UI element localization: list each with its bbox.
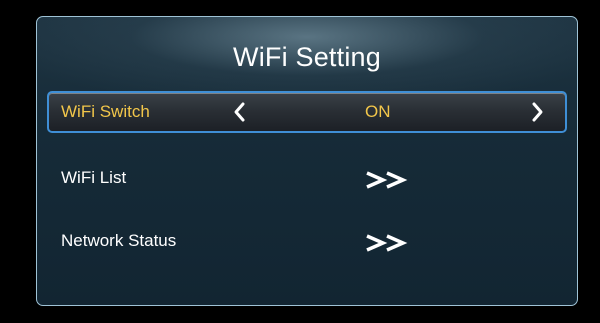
chevron-left-icon[interactable] — [229, 99, 251, 125]
page-title: WiFi Setting — [233, 42, 381, 72]
wifi-switch-value: ON — [365, 102, 391, 121]
wifi-switch-label: WiFi Switch — [61, 102, 150, 121]
chevron-right-icon[interactable] — [526, 99, 548, 125]
wifi-list-row[interactable]: WiFi List — [47, 157, 567, 199]
network-status-label: Network Status — [61, 231, 177, 250]
wifi-settings-panel: WiFi Setting WiFi Switch ON WiFi List Ne… — [36, 16, 578, 306]
wifi-list-label: WiFi List — [61, 168, 127, 187]
wifi-switch-row[interactable]: WiFi Switch ON — [47, 91, 567, 133]
double-chevron-right-icon — [363, 169, 413, 191]
tv-screen: WiFi Setting WiFi Switch ON WiFi List Ne… — [0, 0, 600, 323]
double-chevron-right-icon — [363, 232, 413, 254]
network-status-row[interactable]: Network Status — [47, 220, 567, 262]
